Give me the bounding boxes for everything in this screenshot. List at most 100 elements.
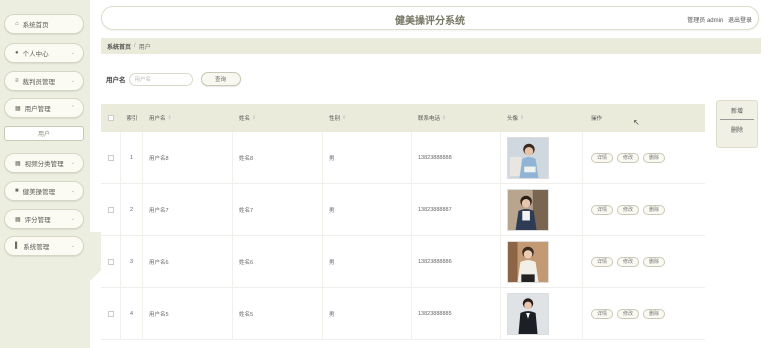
select-all-checkbox[interactable]: [108, 115, 114, 121]
sort-icon: ⇕: [520, 115, 525, 121]
row-actions: 详情 修改 删除: [583, 132, 705, 183]
header-label: 姓名: [239, 116, 251, 122]
avatar: [507, 240, 549, 283]
chevron-down-icon: ⌄: [70, 78, 75, 84]
header-label: 性别: [329, 116, 341, 122]
trash-icon: ■: [15, 188, 19, 194]
row-username: 用户名6: [143, 236, 233, 287]
row-select-cell: [101, 236, 121, 287]
row-checkbox[interactable]: [107, 310, 114, 317]
table-row: 4 用户名5 姓名5 男 13823888885 详情 修改 删除: [101, 288, 705, 340]
sidebar-item-label: 评分管理: [24, 217, 51, 224]
user-area: 管理员 admin 退出登录: [684, 15, 752, 24]
header-username[interactable]: 用户名 ⇕: [143, 104, 233, 132]
top-header: 健美操评分系统 管理员 admin 退出登录: [101, 6, 759, 30]
add-button[interactable]: 新增: [720, 105, 754, 120]
breadcrumb-home[interactable]: 系统首页: [107, 42, 131, 51]
sidebar-item-label: 视频分类管理: [24, 161, 64, 168]
header-name[interactable]: 姓名 ⇕: [233, 104, 323, 132]
delete-button[interactable]: 删除: [720, 124, 754, 139]
detail-button[interactable]: 详情: [591, 204, 613, 215]
header-gender[interactable]: 性别 ⇕: [323, 104, 412, 132]
row-index: 4: [121, 288, 143, 339]
sidebar-subitem-label: 用户: [37, 132, 50, 138]
action-panel: 新增 删除: [716, 100, 758, 148]
row-name: 姓名6: [233, 236, 323, 287]
users-table: 索引 用户名 ⇕ 姓名 ⇕ 性别 ⇕ 联系电话 ⇕ 头像 ⇕ 操作 1 用户名8 姓名8 …: [101, 104, 705, 340]
row-index: 2: [121, 184, 143, 235]
chevron-down-icon: ⌄: [70, 188, 75, 194]
delete-row-button[interactable]: 删除: [643, 308, 665, 319]
row-index: 3: [121, 236, 143, 287]
detail-button[interactable]: 详情: [591, 308, 613, 319]
edit-button[interactable]: 修改: [617, 308, 639, 319]
sidebar-item-users[interactable]: ▦ 用户管理 ⌃: [4, 98, 84, 118]
header-label: 用户名: [149, 116, 166, 122]
sidebar-subitem-users[interactable]: 用户: [4, 126, 84, 141]
row-phone: 13823888885: [412, 288, 501, 339]
edit-button[interactable]: 修改: [617, 204, 639, 215]
mouse-cursor-icon: ↖: [633, 118, 640, 127]
admin-label: 管理员 admin: [687, 18, 724, 24]
row-username: 用户名8: [143, 132, 233, 183]
avatar: [507, 292, 549, 335]
sidebar-item-referees[interactable]: ≡ 裁判员管理 ⌄: [4, 71, 84, 91]
row-actions: 详情 修改 删除: [583, 288, 705, 339]
delete-row-button[interactable]: 删除: [643, 256, 665, 267]
detail-button[interactable]: 详情: [591, 152, 613, 163]
chevron-up-icon: ⌃: [70, 105, 75, 111]
sort-icon: ⇕: [167, 115, 172, 121]
edit-button[interactable]: 修改: [617, 152, 639, 163]
row-checkbox[interactable]: [107, 154, 114, 161]
header-label: 联系电话: [418, 116, 441, 122]
search-bar: 用户名 用户名 查询: [106, 72, 241, 86]
delete-row-button[interactable]: 删除: [643, 204, 665, 215]
row-username: 用户名7: [143, 184, 233, 235]
sidebar: ⌂ 系统首页 ● 个人中心 ⌄ ≡ 裁判员管理 ⌄ ▦ 用户管理 ⌃ 用户 ▦ …: [0, 0, 90, 348]
search-input[interactable]: 用户名: [128, 72, 193, 86]
table-row: 2 用户名7 姓名7 男 13823888887 详情 修改 删除: [101, 184, 705, 236]
logout-link[interactable]: 退出登录: [728, 18, 752, 24]
row-select-cell: [101, 132, 121, 183]
row-actions: 详情 修改 删除: [583, 236, 705, 287]
row-actions: 详情 修改 删除: [583, 184, 705, 235]
sidebar-item-video-categories[interactable]: ▦ 视频分类管理 ⌄: [4, 153, 84, 173]
detail-button[interactable]: 详情: [591, 256, 613, 267]
row-phone: 13823888888: [412, 132, 501, 183]
home-icon: ⌂: [15, 21, 19, 27]
sidebar-item-label: 健美操管理: [22, 189, 56, 196]
header-index: 索引: [126, 116, 138, 122]
sidebar-item-label: 系统首页: [22, 22, 49, 29]
row-select-cell: [101, 288, 121, 339]
avatar: [507, 136, 549, 179]
row-checkbox[interactable]: [107, 206, 114, 213]
delete-row-button[interactable]: 删除: [643, 152, 665, 163]
search-button[interactable]: 查询: [200, 72, 241, 86]
sidebar-item-scores[interactable]: ▦ 评分管理 ⌄: [4, 209, 84, 229]
table-row: 1 用户名8 姓名8 男 13823888888 详情 修改 删除: [101, 132, 705, 184]
sidebar-item-home[interactable]: ⌂ 系统首页: [4, 14, 84, 34]
chevron-down-icon: ⌄: [70, 216, 75, 222]
row-avatar-cell: [501, 132, 583, 183]
table-header: 索引 用户名 ⇕ 姓名 ⇕ 性别 ⇕ 联系电话 ⇕ 头像 ⇕ 操作: [101, 104, 705, 132]
edit-button[interactable]: 修改: [617, 256, 639, 267]
sidebar-item-profile[interactable]: ● 个人中心 ⌄: [4, 43, 84, 63]
row-username: 用户名5: [143, 288, 233, 339]
header-phone[interactable]: 联系电话 ⇕: [412, 104, 501, 132]
row-phone: 13823888887: [412, 184, 501, 235]
row-checkbox[interactable]: [107, 258, 114, 265]
row-index: 1: [121, 132, 143, 183]
table-row: 3 用户名6 姓名6 男 13823888886 详情 修改 删除: [101, 236, 705, 288]
sidebar-item-label: 个人中心: [22, 51, 49, 58]
header-avatar[interactable]: 头像 ⇕: [501, 104, 583, 132]
row-gender: 男: [323, 236, 412, 287]
header-label: 头像: [507, 116, 519, 122]
row-phone: 13823888886: [412, 236, 501, 287]
sidebar-item-system[interactable]: ▌ 系统管理 ⌄: [4, 236, 84, 256]
chevron-down-icon: ⌄: [70, 50, 75, 56]
search-label: 用户名: [106, 77, 126, 84]
grid-icon: ▦: [15, 105, 21, 112]
row-gender: 男: [323, 132, 412, 183]
sidebar-item-aerobics[interactable]: ■ 健美操管理 ⌄: [4, 181, 84, 201]
grid-icon: ▦: [15, 160, 21, 167]
